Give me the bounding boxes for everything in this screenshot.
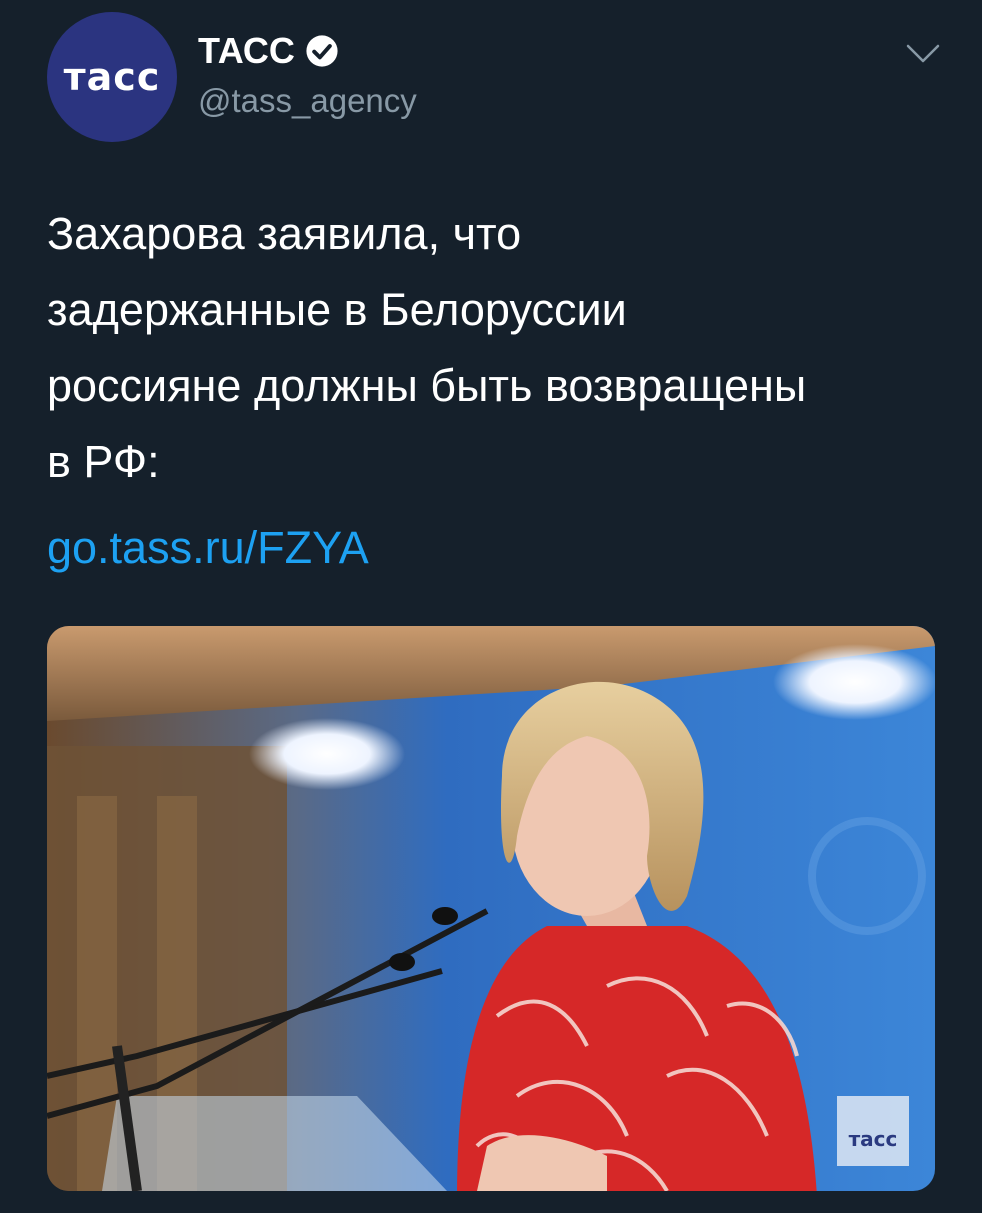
tweet-text: Захарова заявила, что задержанные в Бело… [47, 208, 807, 487]
verified-badge-icon [306, 35, 338, 67]
account-name-row: ТАСС [198, 30, 339, 72]
display-name[interactable]: ТАСС [198, 30, 295, 72]
tweet-media-image[interactable]: тасс [47, 626, 935, 1191]
press-briefing-photo: тасс [47, 626, 935, 1191]
account-handle[interactable]: @tass_agency [198, 82, 417, 120]
chevron-down-icon[interactable] [905, 42, 941, 66]
photo-watermark: тасс [849, 1127, 898, 1151]
avatar-logo-text: тасс [63, 55, 161, 99]
tweet-link[interactable]: go.tass.ru/FZYA [47, 510, 369, 586]
avatar[interactable]: тасс [47, 12, 177, 142]
